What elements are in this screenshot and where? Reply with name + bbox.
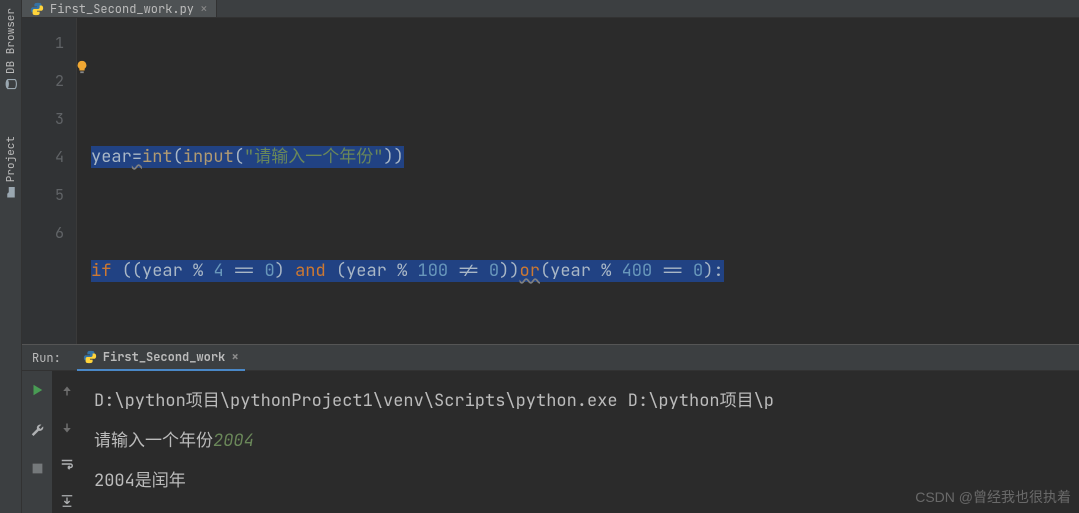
code-content[interactable]: year=int(input("请输入一个年份")) if ((year % 4… [77,18,1079,344]
db-browser-tab[interactable]: DB Browser [1,0,21,98]
line-gutter: 1 2 3 4 5 6 [22,18,77,344]
line-number: 2 [28,62,64,100]
line-number: 6 [28,214,64,252]
line-number: 4 [28,138,64,176]
scroll-to-end-icon[interactable] [60,492,74,513]
editor-area: First_Second_work.py × 1 2 3 4 5 6 year=… [22,0,1079,344]
line-number: 1 [28,24,64,62]
folder-icon [5,186,17,198]
soft-wrap-icon[interactable] [60,455,74,476]
project-label: Project [4,136,18,182]
project-tab[interactable]: Project [1,128,21,206]
run-label: Run: [32,350,61,366]
run-toolbar-primary [22,371,52,513]
arrow-up-icon[interactable] [61,381,73,402]
console-line: D:\python项目\pythonProject1\venv\Scripts\… [94,381,1067,421]
editor-tab-bar: First_Second_work.py × [22,0,1079,18]
python-file-icon [30,2,44,16]
python-file-icon [83,350,97,364]
file-tab[interactable]: First_Second_work.py × [22,0,217,17]
line-number: 5 [28,176,64,214]
arrow-down-icon[interactable] [61,418,73,439]
stop-button[interactable] [31,459,44,480]
run-tab-label: First_Second_work [103,349,225,365]
left-tool-sidebar: DB Browser Project [0,0,22,513]
watermark-text: CSDN @曾经我也很执着 [915,487,1071,507]
file-tab-label: First_Second_work.py [50,1,194,17]
editor-body[interactable]: 1 2 3 4 5 6 year=int(input("请输入一个年份")) i… [22,18,1079,344]
wrench-icon[interactable] [30,420,44,441]
database-icon [5,78,17,90]
rerun-button[interactable] [30,381,44,402]
run-config-tab[interactable]: First_Second_work × [77,344,245,371]
close-icon[interactable]: × [200,0,208,17]
run-toolbar-secondary [52,371,82,513]
run-header: Run: First_Second_work × [22,345,1079,371]
console-line: 请输入一个年份2004 [94,421,1067,461]
line-number: 3 [28,100,64,138]
db-browser-label: DB Browser [4,8,18,74]
close-icon[interactable]: × [231,348,239,365]
intention-bulb-icon[interactable] [75,60,89,74]
